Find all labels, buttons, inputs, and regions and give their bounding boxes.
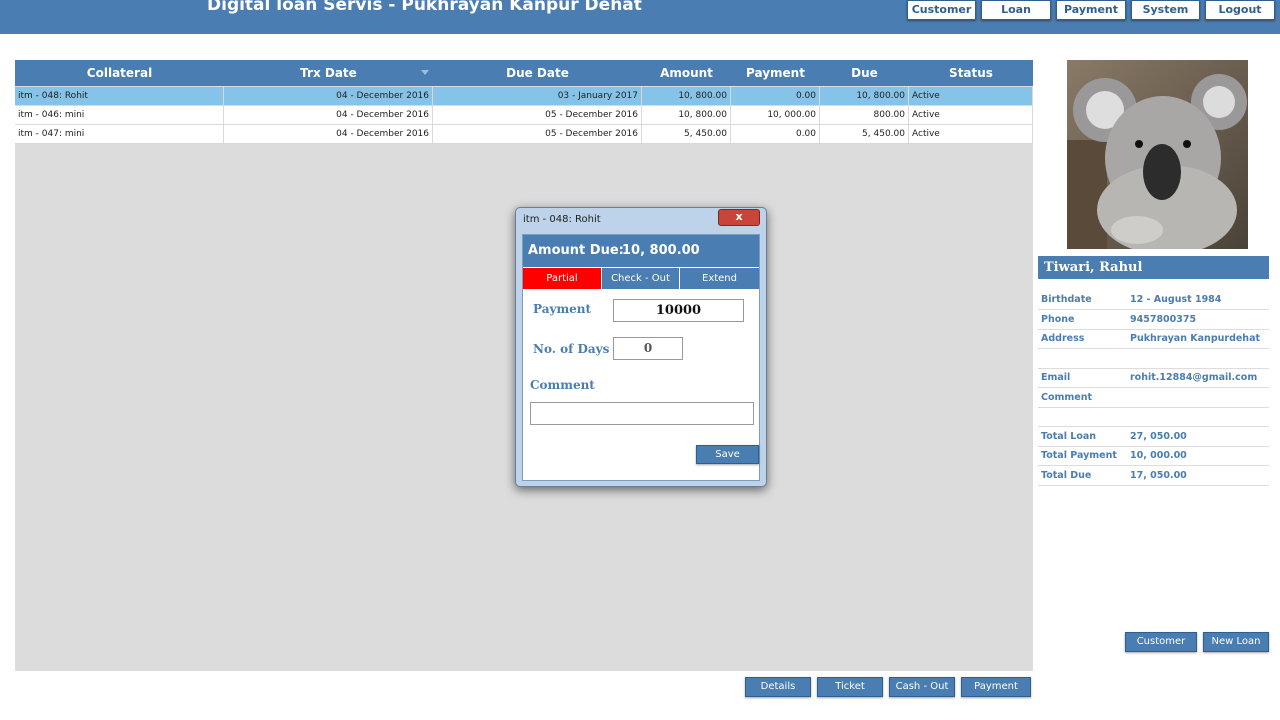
sort-down-icon	[421, 70, 429, 75]
nav-loan-button[interactable]: Loan	[981, 0, 1051, 20]
comment-label: Comment	[530, 378, 595, 392]
tab-partial[interactable]: Partial	[523, 268, 602, 289]
cell-amount: 10, 800.00	[642, 106, 731, 125]
dialog-body: Amount Due: 10, 800.00 Partial Check - O…	[522, 234, 760, 481]
cell-payment: 0.00	[731, 125, 820, 144]
total-loan-value: 27, 050.00	[1130, 431, 1187, 442]
col-due[interactable]: Due	[820, 60, 909, 86]
col-due-date[interactable]: Due Date	[433, 60, 642, 86]
cell-collateral: itm - 048: Rohit	[15, 87, 224, 106]
payment-label: Payment	[533, 302, 592, 316]
total-loan-label: Total Loan	[1041, 431, 1097, 442]
dialog-title: itm - 048: Rohit	[523, 214, 601, 225]
table-row[interactable]: itm - 046: mini 04 - December 2016 05 - …	[15, 106, 1033, 125]
comment-info-label: Comment	[1041, 392, 1093, 403]
details-button[interactable]: Details	[745, 677, 811, 697]
koala-photo	[1067, 60, 1248, 249]
col-collateral[interactable]: Collateral	[15, 60, 224, 86]
cell-status: Active	[909, 125, 1033, 144]
total-payment-label: Total Payment	[1041, 450, 1117, 461]
nav-customer-button[interactable]: Customer	[907, 0, 976, 20]
grid-header: Collateral Trx Date Due Date Amount Paym…	[15, 60, 1033, 86]
cell-due: 800.00	[820, 106, 909, 125]
total-due-value: 17, 050.00	[1130, 470, 1187, 481]
nav-logout-button[interactable]: Logout	[1205, 0, 1275, 20]
payment-input[interactable]: 10000	[613, 299, 744, 322]
cash-out-button[interactable]: Cash - Out	[889, 677, 955, 697]
info-row: Email rohit.12884@gmail.com	[1038, 368, 1269, 388]
customer-name-bar: Tiwari, Rahul	[1038, 256, 1269, 279]
info-row: Total Payment 10, 000.00	[1038, 446, 1269, 466]
address-value: Pukhrayan Kanpurdehat	[1130, 333, 1261, 344]
cell-due-date: 05 - December 2016	[433, 106, 642, 125]
info-row: Comment	[1038, 388, 1269, 408]
cell-status: Active	[909, 106, 1033, 125]
col-trx-date[interactable]: Trx Date	[224, 60, 433, 86]
days-input[interactable]: 0	[613, 337, 683, 360]
cell-trx-date: 04 - December 2016	[224, 106, 433, 125]
cell-due: 5, 450.00	[820, 125, 909, 144]
cell-payment: 0.00	[731, 87, 820, 106]
info-row: Total Due 17, 050.00	[1038, 466, 1269, 486]
info-row: Address Pukhrayan Kanpurdehat	[1038, 329, 1269, 349]
nav-payment-button[interactable]: Payment	[1056, 0, 1126, 20]
cell-due: 10, 800.00	[820, 87, 909, 106]
cell-collateral: itm - 046: mini	[15, 106, 224, 125]
email-label: Email	[1041, 372, 1071, 383]
col-payment[interactable]: Payment	[731, 60, 820, 86]
info-row	[1038, 349, 1269, 369]
birthdate-label: Birthdate	[1041, 294, 1092, 305]
col-amount[interactable]: Amount	[642, 60, 731, 86]
tab-check-out[interactable]: Check - Out	[602, 268, 680, 289]
customer-photo	[1067, 60, 1248, 249]
days-label: No. of Days	[533, 342, 610, 356]
new-loan-button[interactable]: New Loan	[1203, 632, 1269, 652]
payment-button[interactable]: Payment	[961, 677, 1031, 697]
phone-label: Phone	[1041, 314, 1075, 325]
cell-due-date: 03 - January 2017	[433, 87, 642, 106]
app-title: Digital loan Servis - Pukhrayan Kanpur D…	[207, 0, 642, 15]
cell-collateral: itm - 047: mini	[15, 125, 224, 144]
cell-status: Active	[909, 87, 1033, 106]
cell-trx-date: 04 - December 2016	[224, 125, 433, 144]
cell-amount: 5, 450.00	[642, 125, 731, 144]
table-row[interactable]: itm - 048: Rohit 04 - December 2016 03 -…	[15, 87, 1033, 106]
info-row: Phone 9457800375	[1038, 310, 1269, 330]
email-value: rohit.12884@gmail.com	[1130, 372, 1258, 383]
total-due-label: Total Due	[1041, 470, 1092, 481]
info-row: Birthdate 12 - August 1984	[1038, 290, 1269, 310]
payment-dialog: itm - 048: Rohit x Amount Due: 10, 800.0…	[515, 207, 767, 487]
info-row: Total Loan 27, 050.00	[1038, 427, 1269, 447]
amount-due-label: Amount Due:	[528, 243, 624, 258]
comment-input[interactable]	[530, 402, 754, 425]
address-label: Address	[1041, 333, 1085, 344]
save-button[interactable]: Save	[696, 445, 759, 464]
nav-system-button[interactable]: System	[1131, 0, 1200, 20]
tab-extend[interactable]: Extend	[680, 268, 759, 289]
cell-trx-date: 04 - December 2016	[224, 87, 433, 106]
birthdate-value: 12 - August 1984	[1130, 294, 1222, 305]
cell-amount: 10, 800.00	[642, 87, 731, 106]
phone-value: 9457800375	[1130, 314, 1197, 325]
cell-due-date: 05 - December 2016	[433, 125, 642, 144]
info-row	[1038, 407, 1269, 427]
close-icon[interactable]: x	[718, 209, 760, 226]
amount-due-bar: Amount Due: 10, 800.00	[523, 235, 759, 267]
table-row[interactable]: itm - 047: mini 04 - December 2016 05 - …	[15, 125, 1033, 144]
customer-name: Tiwari, Rahul	[1044, 260, 1143, 275]
total-payment-value: 10, 000.00	[1130, 450, 1187, 461]
cell-payment: 10, 000.00	[731, 106, 820, 125]
amount-due-value: 10, 800.00	[622, 243, 700, 258]
top-bar: Digital loan Servis - Pukhrayan Kanpur D…	[0, 0, 1280, 34]
col-status[interactable]: Status	[909, 60, 1033, 86]
ticket-button[interactable]: Ticket	[817, 677, 883, 697]
customer-button[interactable]: Customer	[1125, 632, 1197, 652]
